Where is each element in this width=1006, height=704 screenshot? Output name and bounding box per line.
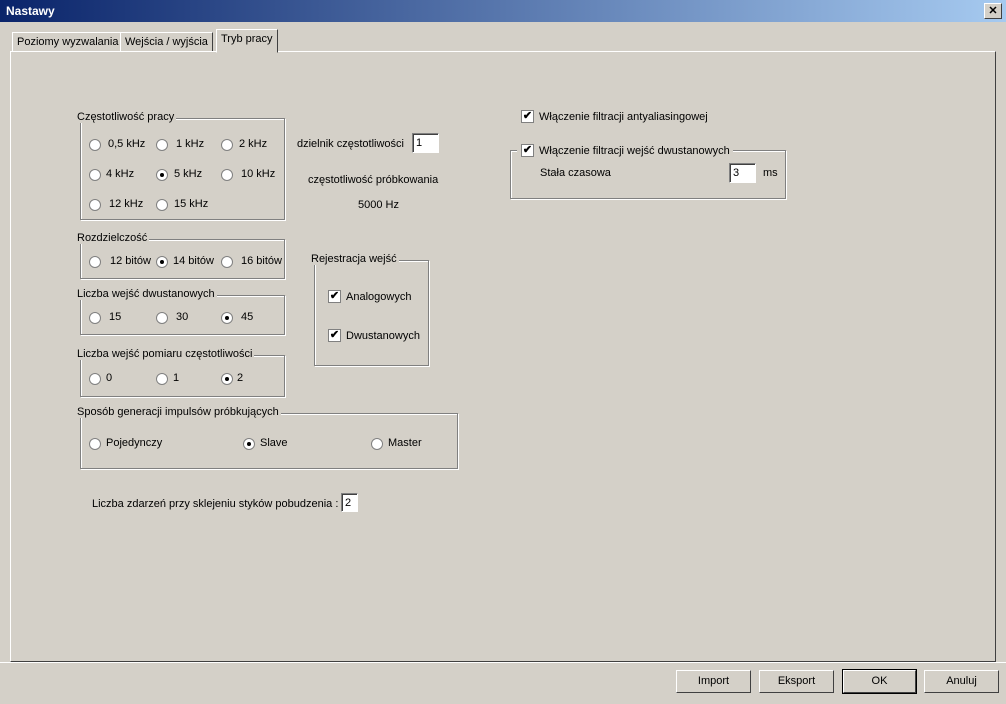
sampling-value: 5000 Hz bbox=[358, 199, 399, 211]
radio-freqin-0[interactable] bbox=[89, 373, 101, 385]
export-button[interactable]: Eksport bbox=[759, 670, 834, 693]
radio-binary-15[interactable] bbox=[89, 312, 101, 324]
radio-freq-0-5khz[interactable] bbox=[89, 139, 101, 151]
radio-freq-label: 1 kHz bbox=[176, 138, 205, 150]
radio-freq-10khz[interactable] bbox=[221, 169, 233, 181]
import-button[interactable]: Import bbox=[676, 670, 751, 693]
checkbox-analog[interactable]: ✔ bbox=[328, 290, 341, 303]
radio-binary-30[interactable] bbox=[156, 312, 168, 324]
radio-freqin-1[interactable] bbox=[156, 373, 168, 385]
radio-freq-label: 2 kHz bbox=[239, 138, 268, 150]
radio-pulse-slave[interactable] bbox=[243, 438, 255, 450]
radio-freqin-2[interactable] bbox=[221, 373, 233, 385]
radio-binary-label: 15 bbox=[109, 311, 122, 323]
radio-freq-label: 4 kHz bbox=[106, 168, 135, 180]
tab-poziomy-wyzwalania[interactable]: Poziomy wyzwalania bbox=[12, 32, 124, 52]
radio-pulse-label: Pojedynczy bbox=[106, 437, 163, 449]
radio-freq-1khz[interactable] bbox=[156, 139, 168, 151]
radio-res-14bit[interactable] bbox=[156, 256, 168, 268]
radio-freqin-label: 0 bbox=[106, 372, 113, 384]
radio-freqin-label: 1 bbox=[173, 372, 180, 384]
registration-group: Rejestracja wejść bbox=[309, 253, 429, 366]
radio-freq-12khz[interactable] bbox=[89, 199, 101, 211]
radio-res-12bit[interactable] bbox=[89, 256, 101, 268]
cancel-button[interactable]: Anuluj bbox=[924, 670, 999, 693]
separator bbox=[0, 662, 1006, 663]
radio-pulse-label: Slave bbox=[260, 437, 288, 449]
radio-freq-label: 5 kHz bbox=[174, 168, 203, 180]
radio-freq-15khz[interactable] bbox=[156, 199, 168, 211]
radio-res-label: 12 bitów bbox=[110, 255, 151, 267]
radio-freq-2khz[interactable] bbox=[221, 139, 233, 151]
sampling-label: częstotliwość próbkowania bbox=[308, 174, 439, 186]
window-title: Nastawy bbox=[6, 4, 55, 18]
time-constant-label: Stała czasowa bbox=[540, 167, 611, 179]
pulse-generation-group-title: Sposób generacji impulsów próbkujących bbox=[75, 406, 281, 418]
radio-res-label: 14 bitów bbox=[173, 255, 214, 267]
checkbox-binary-filter-label: Włączenie filtracji wejść dwustanowych bbox=[539, 145, 730, 157]
radio-freq-4khz[interactable] bbox=[89, 169, 101, 181]
radio-pulse-single[interactable] bbox=[89, 438, 101, 450]
radio-binary-label: 45 bbox=[241, 311, 254, 323]
close-button[interactable]: ✕ bbox=[984, 3, 1002, 19]
events-label: Liczba zdarzeń przy sklejeniu styków pob… bbox=[92, 498, 339, 510]
time-constant-unit: ms bbox=[763, 167, 778, 179]
title-bar: Nastawy ✕ bbox=[0, 0, 1006, 22]
registration-group-title: Rejestracja wejść bbox=[309, 253, 399, 265]
divider-input[interactable] bbox=[412, 133, 439, 153]
checkbox-binary[interactable]: ✔ bbox=[328, 329, 341, 342]
checkbox-antialias-label: Włączenie filtracji antyaliasingowej bbox=[539, 111, 708, 123]
radio-freqin-label: 2 bbox=[237, 372, 244, 384]
freq-inputs-group-title: Liczba wejść pomiaru częstotliwości bbox=[75, 348, 255, 360]
radio-freq-label: 15 kHz bbox=[174, 198, 209, 210]
events-input[interactable] bbox=[341, 493, 358, 512]
divider-label: dzielnik częstotliwości bbox=[297, 138, 404, 150]
checkbox-binary-filter[interactable]: ✔ bbox=[521, 144, 534, 157]
binary-inputs-group-title: Liczba wejść dwustanowych bbox=[75, 288, 217, 300]
radio-freq-label: 10 kHz bbox=[241, 168, 276, 180]
ok-button[interactable]: OK bbox=[842, 669, 917, 694]
radio-res-label: 16 bitów bbox=[241, 255, 282, 267]
tab-wejscia-wyjscia[interactable]: Wejścia / wyjścia bbox=[120, 32, 213, 52]
time-constant-input[interactable] bbox=[729, 163, 756, 183]
checkbox-antialias[interactable]: ✔ bbox=[521, 110, 534, 123]
radio-binary-45[interactable] bbox=[221, 312, 233, 324]
radio-pulse-label: Master bbox=[388, 437, 422, 449]
checkbox-binary-label: Dwustanowych bbox=[346, 330, 420, 342]
checkbox-analog-label: Analogowych bbox=[346, 291, 412, 303]
radio-freq-5khz[interactable] bbox=[156, 169, 168, 181]
radio-pulse-master[interactable] bbox=[371, 438, 383, 450]
frequency-group-title: Częstotliwość pracy bbox=[75, 111, 177, 123]
radio-res-16bit[interactable] bbox=[221, 256, 233, 268]
tab-tryb-pracy[interactable]: Tryb pracy bbox=[216, 29, 278, 53]
radio-freq-label: 12 kHz bbox=[109, 198, 144, 210]
radio-freq-label: 0,5 kHz bbox=[108, 138, 146, 150]
resolution-group-title: Rozdzielczość bbox=[75, 232, 150, 244]
radio-binary-label: 30 bbox=[176, 311, 189, 323]
